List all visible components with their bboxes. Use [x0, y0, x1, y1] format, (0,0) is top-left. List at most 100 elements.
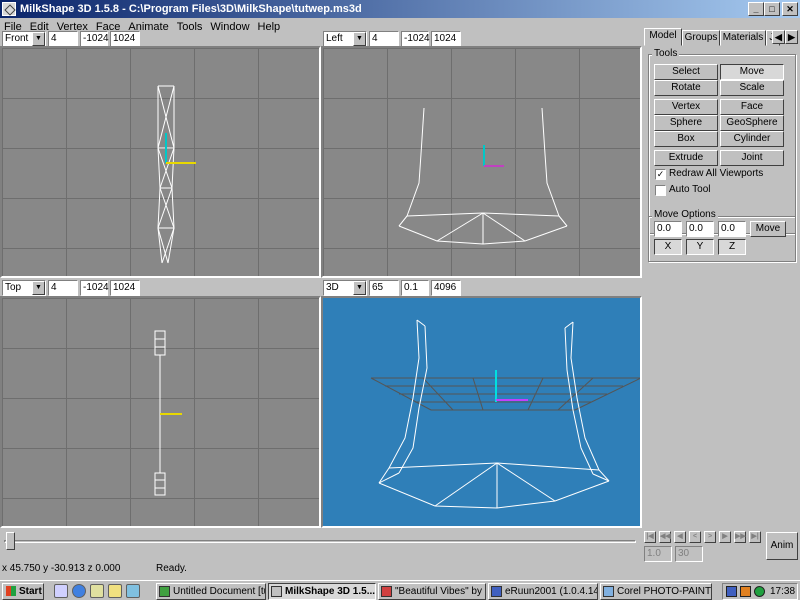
timeline-track[interactable] [4, 540, 636, 543]
axis-x-toggle[interactable]: X [654, 239, 682, 255]
rotate-tool-button[interactable]: Rotate [654, 80, 718, 96]
select-tool-button[interactable]: Select [654, 64, 718, 80]
redraw-checkbox[interactable]: ✓ [655, 169, 666, 180]
explorer-icon[interactable] [108, 584, 122, 598]
dropdown-arrow-icon[interactable]: ▼ [353, 32, 366, 46]
prev-key-icon[interactable]: ◀◀ [659, 531, 671, 543]
task-milkshape[interactable]: MilkShape 3D 1.5... [268, 583, 376, 600]
left-field-b[interactable]: -1024 [401, 31, 430, 47]
minimize-button[interactable]: _ [748, 2, 764, 16]
top-field-c[interactable]: 1024 [110, 280, 140, 296]
front-viewport[interactable] [0, 46, 321, 278]
left-viewport[interactable] [321, 46, 642, 278]
3d-field-near[interactable]: 0.1 [401, 280, 429, 296]
axis-z-toggle[interactable]: Z [718, 239, 746, 255]
anim-button[interactable]: Anim [766, 532, 798, 560]
autotool-checkbox[interactable] [655, 185, 666, 196]
task-untitled-document[interactable]: Untitled Document [tut... [156, 583, 266, 600]
left-field-c[interactable]: 1024 [431, 31, 461, 47]
front-field-b[interactable]: -1024 [80, 31, 109, 47]
tab-materials[interactable]: Materials [720, 30, 766, 46]
tab-scroll-right-icon[interactable]: ▶ [785, 30, 798, 44]
dropdown-arrow-icon[interactable]: ▼ [32, 281, 45, 295]
3d-field-far[interactable]: 4096 [431, 280, 461, 296]
3d-viewport[interactable] [321, 296, 642, 528]
menu-tools[interactable]: Tools [173, 18, 207, 36]
sphere-tool-button[interactable]: Sphere [654, 115, 718, 131]
joint-tool-button[interactable]: Joint [720, 150, 784, 166]
front-view-label: Front [5, 33, 29, 44]
dropdown-arrow-icon[interactable]: ▼ [353, 281, 366, 295]
tab-groups[interactable]: Groups [682, 30, 720, 46]
next-key-icon[interactable]: ▶▶ [734, 531, 746, 543]
top-field-a[interactable]: 4 [48, 280, 78, 296]
3d-view-select[interactable]: 3D ▼ [323, 280, 367, 296]
tray-app-icon[interactable] [740, 586, 751, 597]
axis-y-toggle[interactable]: Y [686, 239, 714, 255]
next-frame-icon[interactable]: ▶ [719, 531, 731, 543]
front-field-a[interactable]: 4 [48, 31, 78, 47]
show-desktop-icon[interactable] [54, 584, 68, 598]
last-frame-icon[interactable]: ▶| [749, 531, 761, 543]
status-bar: x 45.750 y -30.913 z 0.000 Ready. [0, 560, 800, 578]
3d-field-fov[interactable]: 65 [369, 280, 399, 296]
scale-tool-button[interactable]: Scale [720, 80, 784, 96]
task-label: Untitled Document [tut... [173, 586, 265, 597]
tab-scroll-left-icon[interactable]: ◀ [772, 30, 785, 44]
milkshape-icon [271, 586, 282, 597]
timeline-slider-thumb[interactable] [6, 532, 15, 550]
front-field-c[interactable]: 1024 [110, 31, 140, 47]
close-button[interactable]: ✕ [782, 2, 798, 16]
system-tray: 17:38 [722, 583, 798, 600]
box-tool-button[interactable]: Box [654, 131, 718, 147]
clock[interactable]: 17:38 [770, 585, 795, 599]
windows-logo-icon [6, 586, 16, 596]
cylinder-tool-button[interactable]: Cylinder [720, 131, 784, 147]
start-label: Start [19, 586, 42, 597]
top-view-select[interactable]: Top ▼ [2, 280, 46, 296]
face-tool-button[interactable]: Face [720, 99, 784, 115]
task-label: Corel PHOTO-PAINT ... [617, 586, 712, 597]
internet-explorer-icon[interactable] [72, 584, 86, 598]
top-field-b[interactable]: -1024 [80, 280, 109, 296]
network-icon[interactable] [726, 586, 737, 597]
left-field-a[interactable]: 4 [369, 31, 399, 47]
volume-icon[interactable] [754, 586, 765, 597]
task-corel-photo-paint[interactable]: Corel PHOTO-PAINT ... [600, 583, 712, 600]
media-icon[interactable] [126, 584, 140, 598]
tab-model[interactable]: Model [644, 28, 682, 46]
start-button[interactable]: Start [2, 583, 44, 600]
task-label: eRuun2001 (1.0.4.14) [505, 586, 598, 597]
move-apply-button[interactable]: Move [750, 221, 786, 237]
outlook-icon[interactable] [90, 584, 104, 598]
dropdown-arrow-icon[interactable]: ▼ [32, 32, 45, 46]
left-view-select[interactable]: Left ▼ [323, 31, 367, 47]
prev-frame-icon[interactable]: ◀ [674, 531, 686, 543]
front-view-select[interactable]: Front ▼ [2, 31, 46, 47]
move-tool-button[interactable]: Move [720, 64, 784, 80]
menu-help[interactable]: Help [254, 18, 285, 36]
extrude-tool-button[interactable]: Extrude [654, 150, 718, 166]
app-icon[interactable] [2, 2, 16, 16]
geosphere-tool-button[interactable]: GeoSphere [720, 115, 784, 131]
move-z-field[interactable]: 0.0 [718, 221, 746, 237]
redraw-label: Redraw All Viewports [669, 168, 764, 179]
corel-icon [603, 586, 614, 597]
maximize-button[interactable]: □ [764, 2, 780, 16]
top-viewport[interactable] [0, 296, 321, 528]
app-icon [159, 586, 170, 597]
move-options-label: Move Options [652, 209, 718, 220]
task-eruun[interactable]: eRuun2001 (1.0.4.14) [488, 583, 598, 600]
prev-icon[interactable]: < [689, 531, 701, 543]
task-beautiful-vibes[interactable]: "Beautiful Vibes" by S... [378, 583, 486, 600]
top-view-label: Top [5, 282, 22, 293]
move-x-field[interactable]: 0.0 [654, 221, 682, 237]
menu-window[interactable]: Window [206, 18, 253, 36]
top-wireframe [154, 330, 319, 496]
play-icon[interactable]: > [704, 531, 716, 543]
vertex-tool-button[interactable]: Vertex [654, 99, 718, 115]
move-y-field[interactable]: 0.0 [686, 221, 714, 237]
right-panel: Model Groups Materials Ji ◀ ▶ Tools Sele… [644, 28, 800, 530]
first-frame-icon[interactable]: |◀ [644, 531, 656, 543]
status-coords: x 45.750 y -30.913 z 0.000 [2, 563, 121, 574]
